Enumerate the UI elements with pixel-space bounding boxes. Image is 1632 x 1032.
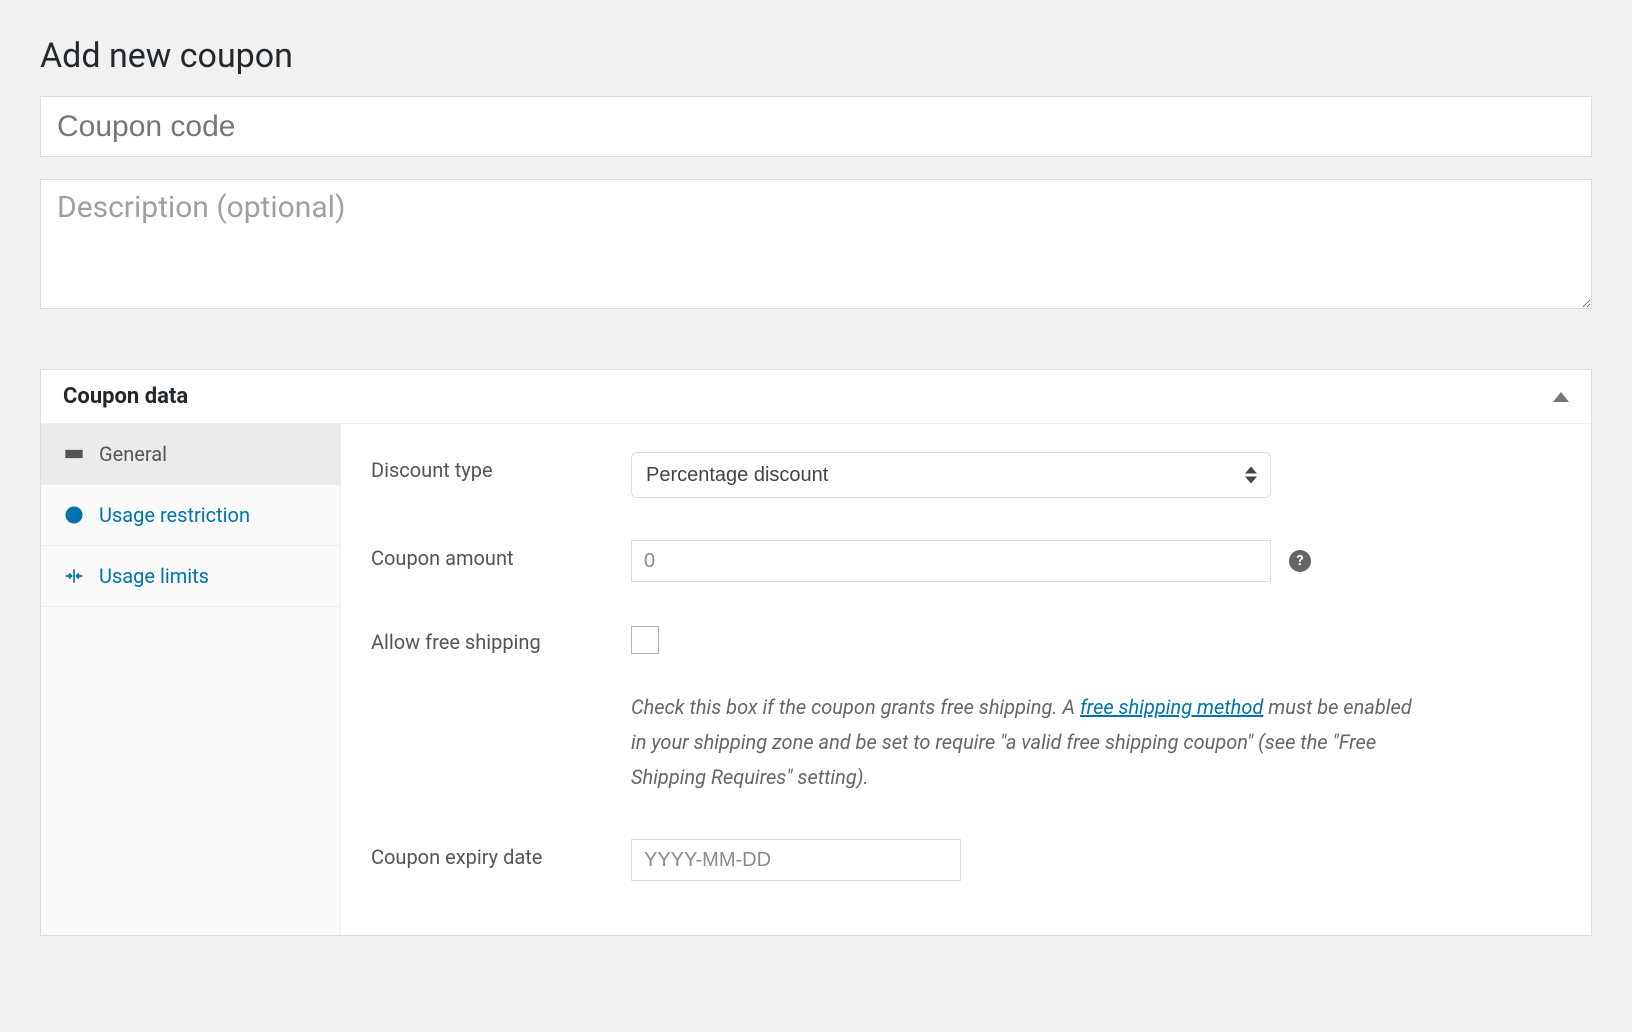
page-title: Add new coupon: [40, 36, 1592, 76]
tab-general[interactable]: General: [41, 424, 340, 485]
expiry-date-input[interactable]: [631, 839, 961, 881]
panel-title: Coupon data: [63, 384, 188, 409]
free-shipping-checkbox[interactable]: [631, 626, 659, 654]
ticket-icon: [63, 443, 85, 465]
discount-type-select[interactable]: Percentage discount: [631, 452, 1271, 498]
panel-toggle-icon[interactable]: [1553, 392, 1569, 402]
panel-header: Coupon data: [41, 370, 1591, 424]
tab-usage-restriction[interactable]: Usage restriction: [41, 485, 340, 546]
coupon-code-input[interactable]: [40, 96, 1592, 157]
coupon-amount-label: Coupon amount: [371, 540, 631, 570]
coupon-amount-input[interactable]: [631, 540, 1271, 582]
free-shipping-description: Check this box if the coupon grants free…: [631, 690, 1431, 795]
arrows-in-icon: [63, 565, 85, 587]
tab-usage-limits[interactable]: Usage limits: [41, 546, 340, 607]
tab-label: General: [99, 442, 167, 466]
block-icon: [63, 504, 85, 526]
free-shipping-method-link[interactable]: free shipping method: [1080, 695, 1263, 719]
free-shipping-label: Allow free shipping: [371, 624, 631, 654]
help-icon[interactable]: ?: [1289, 550, 1311, 572]
coupon-description-textarea[interactable]: [40, 179, 1592, 309]
panel-tabs: General Usage restriction Usage limits: [41, 424, 341, 935]
coupon-data-panel: Coupon data General Usage restriction: [40, 369, 1592, 936]
panel-content: Discount type Percentage discount Coupon…: [341, 424, 1591, 935]
expiry-date-label: Coupon expiry date: [371, 839, 631, 869]
tab-label: Usage restriction: [99, 503, 250, 527]
discount-type-label: Discount type: [371, 452, 631, 482]
tab-label: Usage limits: [99, 564, 209, 588]
